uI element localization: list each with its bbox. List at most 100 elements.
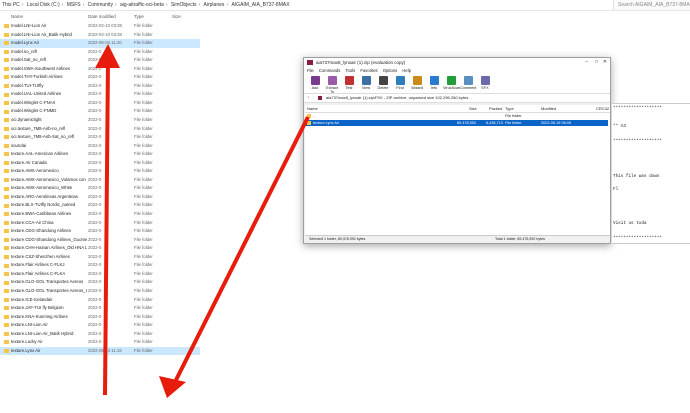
table-row[interactable]: texture.AAL-American Airlines 2022-0 File … (0, 150, 200, 159)
table-row[interactable]: texture.GLO-GOL Transportes Aereos_IC 202… (0, 287, 200, 296)
breadcrumb-item[interactable]: aig-aitraffic-oci-beta (118, 2, 166, 8)
menu-options[interactable]: Options (383, 68, 397, 73)
table-row[interactable]: texture.CHH-Hainan Airlines_Old HNA L...… (0, 244, 200, 253)
column-name[interactable]: Name (307, 106, 318, 111)
table-row[interactable]: texture.AMX-Aeromexico 2022-0 File folder (0, 167, 200, 176)
comment-icon (463, 76, 473, 85)
column-size[interactable]: Size (172, 14, 181, 19)
toolbar-button-find[interactable]: Find (392, 76, 408, 90)
toolbar-button-comment[interactable]: Comment (460, 76, 476, 90)
table-row[interactable]: soundai 2022-0 File folder (0, 142, 200, 151)
breadcrumb-item[interactable]: MSFS (65, 2, 83, 8)
file-name: texture.JAF-TUI fly Belgium (11, 305, 64, 311)
table-row[interactable]: model.Winglet C-FNAX 2022-0 File folder (0, 99, 200, 108)
address-bar[interactable]: This PC › Local Disk (C:) › MSFS › Communit… (0, 0, 690, 11)
breadcrumb-item[interactable]: This PC (0, 2, 22, 8)
table-row[interactable]: texture.ICE-Icelandair 2022-0 File folder (0, 296, 200, 305)
breadcrumb-item[interactable]: AIGAIM_AIA_B737-8MAX (229, 2, 291, 8)
file-name: texture.Lucky Air (11, 339, 43, 345)
table-row[interactable]: texture.CDG-Shandong Airlines_Guomer... 2… (0, 236, 200, 245)
list-item[interactable]: .. File folder (305, 113, 610, 119)
breadcrumb-item[interactable]: Airplanes (202, 2, 227, 8)
table-row[interactable]: oci.texture_7M8-Airb-no_refl 2022-0 File f… (0, 125, 200, 134)
file-packed: 6,438,713 (486, 121, 503, 125)
toolbar-button-delete[interactable]: Delete (375, 76, 391, 90)
file-name: oci.texture_7M8-Airb-Sat_no_refl (11, 134, 75, 140)
table-row[interactable]: model.LNI-Lion Air 2022-02-10 03:38 File f… (0, 22, 200, 31)
close-icon[interactable]: ✕ (603, 58, 607, 67)
table-row[interactable]: model.Winglet C-FNMD 2022-0 File folder (0, 107, 200, 116)
table-row[interactable]: model.no_refl 2022-0 File folder (0, 48, 200, 57)
table-row[interactable]: model.SWA-Southwest Airlines 2022-0 File f… (0, 65, 200, 74)
toolbar-button-test[interactable]: Test (341, 76, 357, 90)
breadcrumb-item[interactable]: SimObjects (169, 2, 199, 8)
column-type[interactable]: Type (134, 14, 144, 19)
column-size[interactable]: Size (469, 106, 477, 111)
folder-icon (4, 306, 9, 311)
table-row[interactable]: model.THY-Turkish Airlines 2022-0 File fol… (0, 73, 200, 82)
file-type: File folder (134, 322, 153, 328)
up-arrow-icon[interactable]: ↑ (307, 95, 310, 101)
window-title-bar[interactable]: aia737max8_lynxair (1).zip (evaluation c… (304, 58, 610, 67)
table-row[interactable]: texture.Air Canada 2022-0 File folder (0, 159, 200, 168)
table-row[interactable]: texture.Lucky Air 2022-0 File folder (0, 338, 200, 347)
find-icon (395, 76, 405, 85)
toolbar-button-extract-to[interactable]: Extract To (324, 76, 340, 94)
file-type: File folder (134, 74, 153, 80)
chevron-right-icon: › (198, 2, 201, 8)
table-row[interactable]: texture.CDG-Shandong Airlines 2022-0 File … (0, 227, 200, 236)
file-date: 2022-0 (88, 245, 102, 251)
table-row[interactable]: texture.Flair Airlines C-FLKJ 2022-0 File … (0, 261, 200, 270)
table-row[interactable]: texture.KNA-Kunming Airlines 2022-0 File f… (0, 313, 200, 322)
toolbar-button-add[interactable]: Add (307, 76, 323, 90)
toolbar-button-info[interactable]: Info (426, 76, 442, 90)
file-name: texture.ARG-Aerolineas Argentinas (11, 193, 78, 199)
column-type[interactable]: Type (505, 106, 514, 111)
menu-tools[interactable]: Tools (345, 68, 355, 73)
table-row[interactable]: texture.Lynx Air 2022-05-04 11:19 File fol… (0, 346, 200, 356)
minimize-icon[interactable]: – (585, 58, 588, 67)
column-name[interactable]: Name (11, 14, 23, 19)
table-row[interactable]: texture.Flair Airlines C-FLKA 2022-0 File … (0, 270, 200, 279)
table-row[interactable]: texture.GLO-GOL Transportes Aereos 2022-0… (0, 278, 200, 287)
table-row[interactable]: texture.CSZ-Shenzhen Airlines 2022-0 File … (0, 253, 200, 262)
file-type: File folder (134, 159, 153, 165)
table-row[interactable]: model.Lynx Air 2022-05-04 11:20 File folde… (0, 39, 200, 48)
column-date[interactable]: Date modified (88, 14, 116, 19)
table-row[interactable]: oci.texture_7M8-Airb-Sat_no_refl 2022-0 Fi… (0, 133, 200, 142)
toolbar-button-virusscan[interactable]: VirusScan (443, 76, 460, 90)
table-row[interactable]: oci.dynamiclight 2022-0 File folder (0, 116, 200, 125)
column-modified[interactable]: Modified (541, 106, 556, 111)
toolbar-button-wizard[interactable]: Wizard (409, 76, 425, 90)
toolbar-button-view[interactable]: View (358, 76, 374, 90)
table-row[interactable]: texture.AMX-Aeromexico_Volamos con ... 20… (0, 176, 200, 185)
table-row[interactable]: model.LNI-Lion Air_Batik Hybrid 2022-02-1… (0, 31, 200, 40)
table-row[interactable]: model.Sat_no_refl 2022-0 File folder (0, 56, 200, 65)
chevron-right-icon: › (61, 2, 64, 8)
menu-commands[interactable]: Commands (319, 68, 340, 73)
table-row[interactable]: texture.AMX-Aeromexico_White 2022-0 File f… (0, 184, 200, 193)
column-crc[interactable]: CRC32 (596, 106, 609, 111)
table-row[interactable]: texture.ARG-Aerolineas Argentinas 2022-0 F… (0, 193, 200, 202)
menu-file[interactable]: File (307, 68, 314, 73)
table-row[interactable]: texture.BWA-Caribbean Airlines 2022-0 File… (0, 210, 200, 219)
list-item[interactable]: texture.Lynx Air 89,478,992 6,438,713 Fi… (305, 120, 610, 126)
search-input[interactable]: Search AIGAIM_AIA_B737-8MAX (613, 0, 690, 10)
table-row[interactable]: model.TUI-TUIfly 2022-0 File folder (0, 82, 200, 91)
breadcrumb-item[interactable]: Local Disk (C:) (25, 2, 62, 8)
table-row[interactable]: model.UAL-United Airlines 2022-0 File fold… (0, 90, 200, 99)
table-row[interactable]: texture.JAF-TUI fly Belgium 2022-0 File fo… (0, 304, 200, 313)
winrar-window: aia737max8_lynxair (1).zip (evaluation c… (303, 57, 611, 244)
table-row[interactable]: texture.CCA-Air China 2022-0 File folder (0, 219, 200, 228)
breadcrumb-item[interactable]: Community (86, 2, 115, 8)
maximize-icon[interactable]: □ (595, 58, 598, 67)
table-row[interactable]: texture.BLX-TUIfly Nordic_named 2022-0 Fil… (0, 201, 200, 210)
menu-favorites[interactable]: Favorites (360, 68, 377, 73)
toolbar-button-sfx[interactable]: SFX (477, 76, 493, 90)
folder-icon (4, 41, 9, 46)
table-row[interactable]: texture.LNI-Lion Air_Batik Hybrid 2022-0 F… (0, 330, 200, 339)
table-row[interactable]: texture.LNI-Lion Air 2022-0 File folder (0, 321, 200, 330)
column-packed[interactable]: Packed (489, 106, 502, 111)
menu-help[interactable]: Help (402, 68, 411, 73)
archive-path-bar[interactable]: ↑ aia737max8_lynxair (1).zip\FSX - ZIP a… (304, 94, 610, 103)
